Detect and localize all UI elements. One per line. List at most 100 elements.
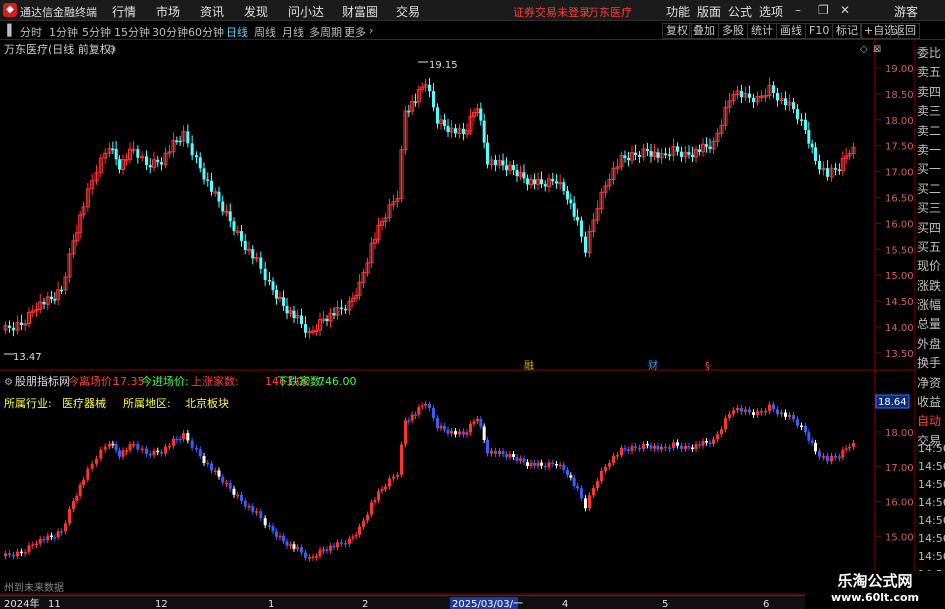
tab-multi-period[interactable]: 多周期 [309,24,342,40]
indicator-bar [285,541,289,546]
y-tick-label: 14.00 [885,323,914,334]
menu-options[interactable]: 选项 [759,3,783,20]
candle-body [515,170,519,177]
candle-body [300,315,303,325]
side-item-bid2[interactable]: 买二 [917,180,945,199]
side-item-bid5[interactable]: 买五 [917,238,945,257]
indicator-bar [392,476,395,479]
indicator-bar [68,509,71,524]
menu-layout[interactable]: 版面 [697,3,721,20]
kline-chart-area[interactable]: 19.00 18.50 18.00 17.50 17.00 16.50 16.00 15.50… [0,40,915,595]
side-item-ask2[interactable]: 卖二 [917,122,945,141]
statistics-button[interactable]: 统计 [747,23,777,39]
tab-5min[interactable]: 5分钟 [82,24,111,40]
indicator-settings-icon[interactable]: ⚙ [4,377,13,388]
side-item-bid4[interactable]: 买四 [917,219,945,238]
side-item-auto[interactable]: 自动 [917,412,945,431]
side-item-ask5[interactable]: 卖五 [917,63,945,82]
indicator-bar [479,418,483,427]
side-item-outer[interactable]: 外盘 [917,335,945,354]
menu-news[interactable]: 资讯 [200,3,224,20]
back-button[interactable]: 返回 [890,23,920,39]
side-item-turnover[interactable]: 换手 [917,354,945,373]
menu-function[interactable]: 功能 [666,3,690,20]
user-guest[interactable]: 游客 [894,3,918,20]
side-item-net-assets[interactable]: 净资 [917,374,945,393]
watermark-title: 乐淘公式网 [837,572,913,590]
tab-30min[interactable]: 30分钟 [152,24,188,40]
indicator-bar [351,536,355,539]
side-item-ask4[interactable]: 卖四 [917,83,945,102]
menu-market[interactable]: 市场 [156,3,180,20]
indicator-bar [428,404,431,409]
indicator-bar [221,476,225,483]
restore-icon[interactable]: ❐ [818,3,829,17]
tab-more[interactable]: 更多 [344,24,366,40]
menu-trade[interactable]: 交易 [396,3,420,20]
mark-button[interactable]: 标记 [832,23,862,39]
side-item-volume[interactable]: 总量 [917,315,945,334]
f10-button[interactable]: F10 [805,23,834,39]
indicator-bar [4,553,7,557]
tab-1min[interactable]: 1分钟 [49,24,78,40]
tab-60min[interactable]: 60分钟 [188,24,224,40]
event-other-label[interactable]: § [705,361,710,372]
indicator-bar [498,451,501,454]
tab-weekly[interactable]: 周线 [254,24,276,40]
tab-intraday[interactable]: 分时 [20,24,42,40]
adjust-button[interactable]: 复权 [662,23,692,39]
login-status[interactable]: 证券交易未登录 [513,4,590,20]
settings-gear-icon[interactable]: ⚙ [107,43,117,56]
side-item-ask3[interactable]: 卖三 [917,102,945,121]
close-icon[interactable]: ✕ [840,3,850,17]
y-tick-label: 18.50 [885,90,914,101]
indicator-bar [519,458,522,461]
candle-body [740,90,743,98]
multi-stock-button[interactable]: 多股 [718,23,748,39]
toolbar-menu-icon[interactable]: ▐ [3,24,11,37]
tab-15min[interactable]: 15分钟 [114,24,150,40]
indicator-bar [348,538,351,544]
expand-icon[interactable]: ◇ [860,44,868,55]
draw-line-button[interactable]: 画线 [776,23,806,39]
side-item-change-pct[interactable]: 涨幅 [917,296,945,315]
indicator-bar [42,538,46,541]
candle-body [414,101,417,104]
minimize-icon[interactable]: – [795,3,801,17]
menu-ask[interactable]: 问小达 [288,3,324,20]
event-margin-label[interactable]: 融 [524,360,534,372]
indicator-bar [217,470,221,477]
overlay-button[interactable]: 叠加 [689,23,719,39]
side-item-bid1[interactable]: 买一 [917,160,945,179]
indicator-bar [584,498,587,509]
indicator-bar [600,470,603,481]
indicator-candles [4,401,855,562]
side-item-order-ratio[interactable]: 委比 [917,44,945,63]
indicator-bar [396,474,399,477]
tab-monthly[interactable]: 月线 [282,24,304,40]
menu-quotes[interactable]: 行情 [112,3,136,20]
y-tick-label: 17.00 [885,168,914,179]
side-item-change[interactable]: 涨跌 [917,277,945,296]
menu-wealth-circle[interactable]: 财富圈 [342,3,378,20]
indicator-bar [251,506,255,512]
indicator-bar [370,502,373,515]
side-item-ask1[interactable]: 卖一 [917,141,945,160]
indicator-footer-text: 州到未来数据 [4,581,64,594]
menu-discover[interactable]: 发现 [244,3,268,20]
y-tick-label: 13.50 [885,349,914,360]
indicator-bar [172,438,175,446]
side-item-earnings[interactable]: 收益 [917,393,945,412]
indicator-bar [830,455,833,462]
indicator-bar [132,444,135,446]
menu-formula[interactable]: 公式 [728,3,752,20]
candle-body [432,91,435,108]
candle-body [543,184,547,187]
indicator-bar [278,535,282,538]
side-item-price[interactable]: 现价 [917,257,945,276]
side-item-bid3[interactable]: 买三 [917,199,945,218]
event-finance-label[interactable]: 财 [648,359,658,372]
chevron-right-icon[interactable]: › [369,24,373,37]
tab-daily[interactable]: 日线 [226,24,248,40]
close-pane-icon[interactable]: ⊠ [873,44,881,55]
